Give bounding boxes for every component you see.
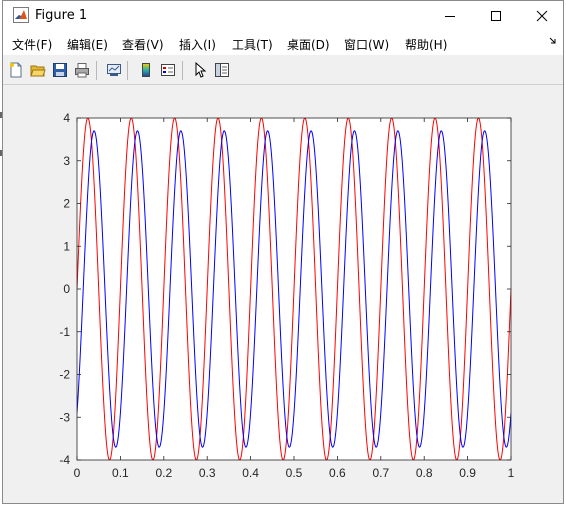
insert-colorbar-button[interactable] <box>137 61 155 79</box>
print-icon <box>75 63 89 78</box>
menu-file[interactable]: 文件(F) <box>12 36 52 53</box>
x-tick-label: 0.5 <box>286 466 303 480</box>
open-file-icon <box>30 65 46 77</box>
figure-window: Figure 1 文件(F) 编辑(E) 查看(V) 插入(I) 工具(T) 桌… <box>2 0 564 504</box>
property-editor-icon <box>215 63 229 77</box>
x-tick-label: 0.2 <box>155 466 172 480</box>
menu-tools[interactable]: 工具(T) <box>232 36 273 53</box>
link-plot-button[interactable] <box>105 61 123 79</box>
close-icon <box>536 10 548 22</box>
y-tick-label: 4 <box>63 111 70 125</box>
x-tick-label: 0.8 <box>416 466 433 480</box>
menu-edit[interactable]: 编辑(E) <box>67 36 108 53</box>
link-plot-icon <box>107 64 121 76</box>
maximize-icon <box>491 11 501 21</box>
x-tick-label: 0.9 <box>459 466 476 480</box>
x-tick-label: 0.4 <box>242 466 259 480</box>
dock-arrow-icon[interactable] <box>549 37 557 45</box>
menu-help[interactable]: 帮助(H) <box>405 36 447 53</box>
title-bar[interactable]: Figure 1 <box>3 1 563 31</box>
y-tick-label: -1 <box>59 325 70 339</box>
figure-canvas[interactable]: 0 0.1 0.2 0.3 0.4 0.5 0.6 0.7 0.8 0.9 1 4 3 2 1 0 -1 -2 -3… <box>3 85 563 505</box>
menu-desktop[interactable]: 桌面(D) <box>287 36 330 53</box>
open-file-button[interactable] <box>29 61 47 79</box>
edit-plot-button[interactable] <box>191 61 209 79</box>
print-button[interactable] <box>73 61 91 79</box>
y-tick-label: 1 <box>63 239 70 253</box>
menu-view[interactable]: 查看(V) <box>122 36 164 53</box>
toolbar-separator <box>127 61 128 80</box>
y-tick-label: -4 <box>59 453 70 467</box>
menu-window[interactable]: 窗口(W) <box>344 36 389 53</box>
x-tick-label: 0.3 <box>199 466 216 480</box>
insert-legend-button[interactable] <box>159 61 177 79</box>
save-button[interactable] <box>51 61 69 79</box>
save-icon <box>53 63 67 77</box>
property-editor-button[interactable] <box>213 61 231 79</box>
new-figure-icon <box>10 62 22 78</box>
y-tick-label: 0 <box>63 282 70 296</box>
figure-toolbar <box>3 57 563 85</box>
close-button[interactable] <box>519 1 565 31</box>
y-tick-label: -2 <box>59 368 70 382</box>
minimize-button[interactable] <box>427 1 473 31</box>
menu-bar: 文件(F) 编辑(E) 查看(V) 插入(I) 工具(T) 桌面(D) 窗口(W… <box>3 31 563 55</box>
x-tick-label: 0 <box>74 466 81 480</box>
y-tick-label: -3 <box>59 410 70 424</box>
y-tick-label: 3 <box>63 154 70 168</box>
axes[interactable]: 0 0.1 0.2 0.3 0.4 0.5 0.6 0.7 0.8 0.9 1 4 3 2 1 0 -1 -2 -3… <box>3 85 563 503</box>
maximize-button[interactable] <box>473 1 519 31</box>
matlab-logo-icon <box>13 7 29 23</box>
menu-insert[interactable]: 插入(I) <box>179 36 216 53</box>
x-tick-label: 0.6 <box>329 466 346 480</box>
insert-colorbar-icon <box>142 63 150 77</box>
x-tick-label: 1 <box>508 466 515 480</box>
new-figure-button[interactable] <box>7 61 25 79</box>
edit-plot-icon <box>195 62 207 78</box>
insert-legend-icon <box>161 64 175 76</box>
x-tick-label: 0.7 <box>372 466 389 480</box>
x-tick-label: 0.1 <box>112 466 129 480</box>
y-tick-label: 2 <box>63 197 70 211</box>
toolbar-separator <box>182 61 183 80</box>
toolbar-separator <box>96 61 97 80</box>
window-title: Figure 1 <box>35 8 88 23</box>
minimize-icon <box>445 16 455 17</box>
